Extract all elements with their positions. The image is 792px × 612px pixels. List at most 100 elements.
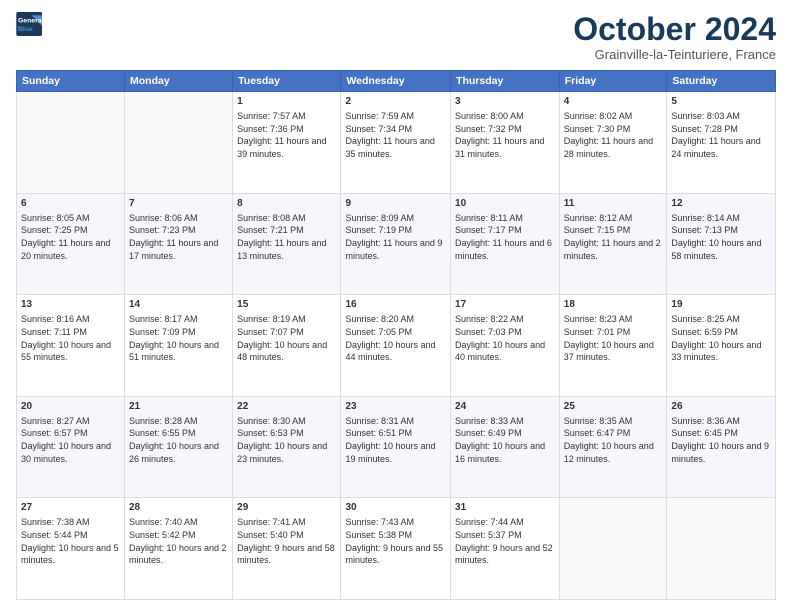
day-number: 5 xyxy=(671,95,771,109)
sunset-time: Sunset: 6:45 PM xyxy=(671,428,738,438)
sunrise-time: Sunrise: 8:05 AM xyxy=(21,213,90,223)
day-number: 23 xyxy=(345,400,446,414)
day-number: 15 xyxy=(237,298,336,312)
day-number: 11 xyxy=(564,197,663,211)
sunset-time: Sunset: 5:38 PM xyxy=(345,530,412,540)
sunset-time: Sunset: 6:53 PM xyxy=(237,428,304,438)
sunset-time: Sunset: 7:34 PM xyxy=(345,124,412,134)
calendar-cell: 7Sunrise: 8:06 AMSunset: 7:23 PMDaylight… xyxy=(125,193,233,295)
calendar-cell: 14Sunrise: 8:17 AMSunset: 7:09 PMDayligh… xyxy=(125,295,233,397)
daylight-hours: Daylight: 11 hours and 6 minutes. xyxy=(455,238,552,261)
daylight-hours: Daylight: 10 hours and 9 minutes. xyxy=(671,441,769,464)
calendar-cell: 21Sunrise: 8:28 AMSunset: 6:55 PMDayligh… xyxy=(125,396,233,498)
calendar-cell xyxy=(125,92,233,194)
daylight-hours: Daylight: 9 hours and 52 minutes. xyxy=(455,543,553,566)
calendar-cell: 1Sunrise: 7:57 AMSunset: 7:36 PMDaylight… xyxy=(233,92,341,194)
sunrise-time: Sunrise: 8:06 AM xyxy=(129,213,198,223)
day-header-sunday: Sunday xyxy=(17,71,125,92)
sunset-time: Sunset: 7:19 PM xyxy=(345,225,412,235)
page: General Blue October 2024 Grainville-la-… xyxy=(0,0,792,612)
logo-icon: General Blue xyxy=(16,12,44,36)
calendar-cell: 10Sunrise: 8:11 AMSunset: 7:17 PMDayligh… xyxy=(451,193,560,295)
daylight-hours: Daylight: 11 hours and 9 minutes. xyxy=(345,238,442,261)
calendar-cell: 28Sunrise: 7:40 AMSunset: 5:42 PMDayligh… xyxy=(125,498,233,600)
sunrise-time: Sunrise: 8:30 AM xyxy=(237,416,306,426)
day-number: 12 xyxy=(671,197,771,211)
daylight-hours: Daylight: 10 hours and 48 minutes. xyxy=(237,340,327,363)
calendar-cell: 8Sunrise: 8:08 AMSunset: 7:21 PMDaylight… xyxy=(233,193,341,295)
calendar-cell: 11Sunrise: 8:12 AMSunset: 7:15 PMDayligh… xyxy=(559,193,667,295)
day-number: 18 xyxy=(564,298,663,312)
day-number: 25 xyxy=(564,400,663,414)
calendar-cell: 18 Sunrise: 8:23 AM Sunset: 7:01 PM Dayligh… xyxy=(559,295,667,397)
day-number: 4 xyxy=(564,95,663,109)
daylight-hours: Daylight: 10 hours and 2 minutes. xyxy=(129,543,227,566)
daylight-hours: Daylight: 11 hours and 35 minutes. xyxy=(345,136,434,159)
sunset-time: Sunset: 7:03 PM xyxy=(455,327,522,337)
daylight-hours: Daylight: 10 hours and 37 minutes. xyxy=(564,340,654,363)
sunset-time: Sunset: 7:07 PM xyxy=(237,327,304,337)
daylight-hours: Daylight: 10 hours and 19 minutes. xyxy=(345,441,435,464)
calendar-cell: 2Sunrise: 7:59 AMSunset: 7:34 PMDaylight… xyxy=(341,92,451,194)
header: General Blue October 2024 Grainville-la-… xyxy=(16,12,776,62)
month-title: October 2024 xyxy=(573,12,776,47)
sunset-time: Sunset: 7:36 PM xyxy=(237,124,304,134)
day-header-saturday: Saturday xyxy=(667,71,776,92)
day-number: 16 xyxy=(345,298,446,312)
sunrise-time: Sunrise: 8:36 AM xyxy=(671,416,740,426)
daylight-hours: Daylight: 11 hours and 20 minutes. xyxy=(21,238,110,261)
sunrise-time: Sunrise: 8:25 AM xyxy=(671,314,740,324)
daylight-hours: Daylight: 10 hours and 12 minutes. xyxy=(564,441,654,464)
sunrise-time: Sunrise: 8:22 AM xyxy=(455,314,524,324)
sunrise-time: Sunrise: 7:57 AM xyxy=(237,111,306,121)
daylight-hours: Daylight: 9 hours and 58 minutes. xyxy=(237,543,335,566)
day-number: 21 xyxy=(129,400,228,414)
calendar-cell: 4Sunrise: 8:02 AMSunset: 7:30 PMDaylight… xyxy=(559,92,667,194)
day-number: 31 xyxy=(455,501,555,515)
calendar-cell: 30Sunrise: 7:43 AMSunset: 5:38 PMDayligh… xyxy=(341,498,451,600)
sunrise-time: Sunrise: 8:16 AM xyxy=(21,314,90,324)
sunrise-time: Sunrise: 8:27 AM xyxy=(21,416,90,426)
day-number: 17 xyxy=(455,298,555,312)
calendar-cell: 25Sunrise: 8:35 AMSunset: 6:47 PMDayligh… xyxy=(559,396,667,498)
day-number: 6 xyxy=(21,197,120,211)
calendar-cell: 27Sunrise: 7:38 AMSunset: 5:44 PMDayligh… xyxy=(17,498,125,600)
sunset-time: Sunset: 5:44 PM xyxy=(21,530,88,540)
sunrise-time: Sunrise: 7:43 AM xyxy=(345,517,414,527)
daylight-hours: Daylight: 10 hours and 51 minutes. xyxy=(129,340,219,363)
day-number: 8 xyxy=(237,197,336,211)
calendar-cell: 12Sunrise: 8:14 AMSunset: 7:13 PMDayligh… xyxy=(667,193,776,295)
day-header-tuesday: Tuesday xyxy=(233,71,341,92)
daylight-hours: Daylight: 10 hours and 23 minutes. xyxy=(237,441,327,464)
sunset-time: Sunset: 7:05 PM xyxy=(345,327,412,337)
calendar-cell: 3Sunrise: 8:00 AMSunset: 7:32 PMDaylight… xyxy=(451,92,560,194)
sunrise-time: Sunrise: 8:19 AM xyxy=(237,314,306,324)
sunrise-time: Sunrise: 8:33 AM xyxy=(455,416,524,426)
calendar-cell xyxy=(17,92,125,194)
sunset-time: Sunset: 6:57 PM xyxy=(21,428,88,438)
sunrise-time: Sunrise: 7:40 AM xyxy=(129,517,198,527)
sunrise-time: Sunrise: 8:09 AM xyxy=(345,213,414,223)
calendar-cell: 19Sunrise: 8:25 AMSunset: 6:59 PMDayligh… xyxy=(667,295,776,397)
sunset-time: Sunset: 7:15 PM xyxy=(564,225,631,235)
calendar-cell: 16Sunrise: 8:20 AMSunset: 7:05 PMDayligh… xyxy=(341,295,451,397)
calendar-cell xyxy=(667,498,776,600)
calendar-cell: 13Sunrise: 8:16 AMSunset: 7:11 PMDayligh… xyxy=(17,295,125,397)
day-header-thursday: Thursday xyxy=(451,71,560,92)
sunrise-time: Sunrise: 8:23 AM xyxy=(564,314,633,324)
sunset-time: Sunset: 6:51 PM xyxy=(345,428,412,438)
calendar-cell: 29Sunrise: 7:41 AMSunset: 5:40 PMDayligh… xyxy=(233,498,341,600)
sunset-time: Sunset: 7:09 PM xyxy=(129,327,196,337)
sunset-time: Sunset: 7:25 PM xyxy=(21,225,88,235)
day-number: 20 xyxy=(21,400,120,414)
day-number: 7 xyxy=(129,197,228,211)
daylight-hours: Daylight: 11 hours and 13 minutes. xyxy=(237,238,326,261)
sunset-time: Sunset: 7:01 PM xyxy=(564,327,631,337)
sunrise-time: Sunrise: 8:00 AM xyxy=(455,111,524,121)
sunset-time: Sunset: 7:28 PM xyxy=(671,124,738,134)
sunset-time: Sunset: 6:47 PM xyxy=(564,428,631,438)
daylight-hours: Daylight: 11 hours and 31 minutes. xyxy=(455,136,544,159)
sunset-time: Sunset: 5:42 PM xyxy=(129,530,196,540)
day-number: 13 xyxy=(21,298,120,312)
day-number: 3 xyxy=(455,95,555,109)
